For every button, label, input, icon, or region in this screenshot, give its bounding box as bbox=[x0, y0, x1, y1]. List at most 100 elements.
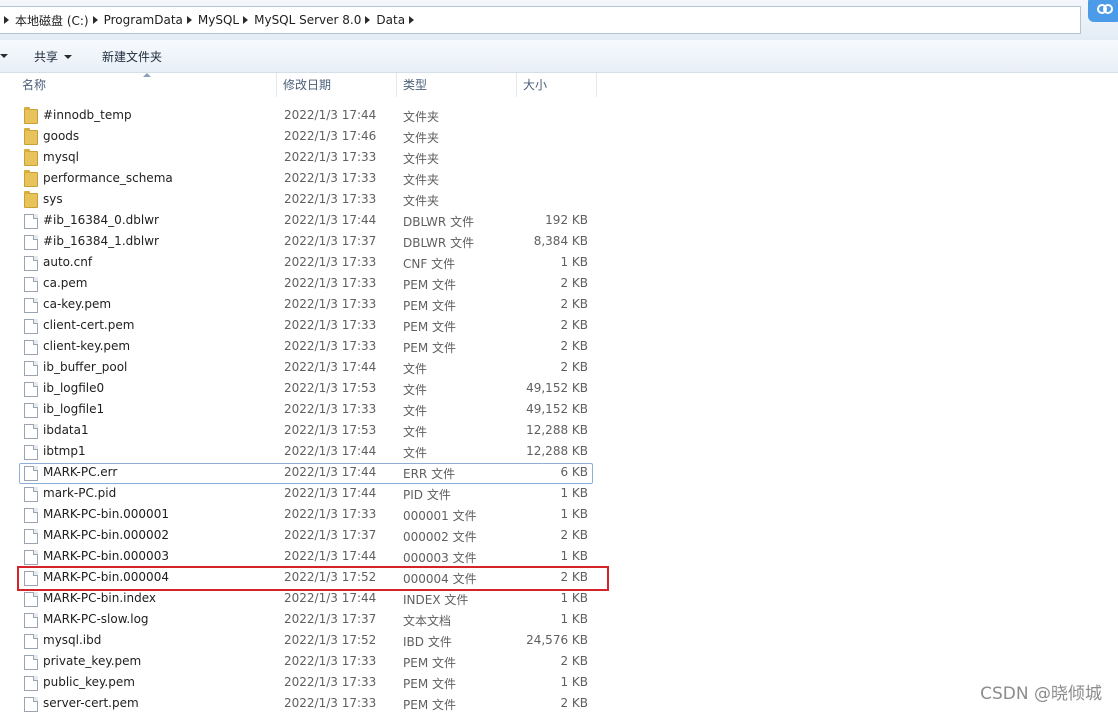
breadcrumb-mysql[interactable]: MySQL bbox=[198, 13, 239, 27]
file-type: 文件 bbox=[403, 425, 428, 439]
link-icon[interactable] bbox=[1088, 0, 1118, 22]
file-size: 2 KB bbox=[560, 297, 588, 311]
file-type: 文本文档 bbox=[403, 614, 452, 628]
file-row[interactable]: mysql.ibd 2022/1/3 17:52 IBD 文件 24,576 KB bbox=[0, 631, 1118, 652]
file-name: MARK-PC-slow.log bbox=[43, 612, 149, 626]
file-type: 000002 文件 bbox=[403, 530, 477, 544]
file-type: 000001 文件 bbox=[403, 509, 477, 523]
file-size: 1 KB bbox=[560, 612, 588, 626]
file-date: 2022/1/3 17:33 bbox=[284, 318, 377, 332]
file-date: 2022/1/3 17:46 bbox=[284, 129, 377, 143]
file-name: MARK-PC-bin.000002 bbox=[43, 528, 169, 542]
file-icon bbox=[24, 403, 38, 418]
file-row[interactable]: private_key.pem 2022/1/3 17:33 PEM 文件 2 KB bbox=[0, 652, 1118, 673]
file-row[interactable]: ca-key.pem 2022/1/3 17:33 PEM 文件 2 KB bbox=[0, 295, 1118, 316]
file-type: PEM 文件 bbox=[403, 677, 456, 691]
file-icon bbox=[24, 235, 38, 250]
column-size-label: 大小 bbox=[523, 78, 548, 92]
file-row[interactable]: ibdata1 2022/1/3 17:53 文件 12,288 KB bbox=[0, 421, 1118, 442]
address-bar[interactable]: 本地磁盘 (C:) ProgramData MySQL MySQL Server… bbox=[0, 6, 1081, 34]
column-name[interactable]: 名称 bbox=[16, 73, 277, 97]
file-size: 1 KB bbox=[560, 486, 588, 500]
file-row[interactable]: mysql 2022/1/3 17:33 文件夹 bbox=[0, 148, 1118, 169]
file-icon bbox=[24, 361, 38, 376]
file-icon bbox=[24, 214, 38, 229]
file-row[interactable]: ib_logfile1 2022/1/3 17:33 文件 49,152 KB bbox=[0, 400, 1118, 421]
folder-icon bbox=[24, 107, 38, 124]
file-row[interactable]: ca.pem 2022/1/3 17:33 PEM 文件 2 KB bbox=[0, 274, 1118, 295]
watermark: CSDN @晓倾城 bbox=[980, 684, 1102, 704]
chevron-right-icon[interactable] bbox=[92, 16, 98, 24]
chevron-down-icon[interactable] bbox=[0, 54, 8, 58]
file-row[interactable]: ib_buffer_pool 2022/1/3 17:44 文件 2 KB bbox=[0, 358, 1118, 379]
file-icon bbox=[24, 655, 38, 670]
column-type[interactable]: 类型 bbox=[397, 73, 517, 97]
file-type: INDEX 文件 bbox=[403, 593, 469, 607]
file-icon bbox=[24, 697, 38, 712]
file-row[interactable]: client-key.pem 2022/1/3 17:33 PEM 文件 2 KB bbox=[0, 337, 1118, 358]
chevron-right-icon[interactable] bbox=[365, 16, 371, 24]
file-row[interactable]: ibtmp1 2022/1/3 17:44 文件 12,288 KB bbox=[0, 442, 1118, 463]
file-row[interactable]: mark-PC.pid 2022/1/3 17:44 PID 文件 1 KB bbox=[0, 484, 1118, 505]
breadcrumb-mysql-server[interactable]: MySQL Server 8.0 bbox=[254, 13, 361, 27]
share-button[interactable]: 共享 bbox=[34, 48, 73, 65]
file-row[interactable]: ib_logfile0 2022/1/3 17:53 文件 49,152 KB bbox=[0, 379, 1118, 400]
file-icon bbox=[24, 634, 38, 649]
file-date: 2022/1/3 17:44 bbox=[284, 549, 377, 563]
file-name: client-key.pem bbox=[43, 339, 131, 353]
file-row[interactable]: #ib_16384_1.dblwr 2022/1/3 17:37 DBLWR 文件 8… bbox=[0, 232, 1118, 253]
file-date: 2022/1/3 17:33 bbox=[284, 171, 377, 185]
file-row[interactable]: public_key.pem 2022/1/3 17:33 PEM 文件 1 KB bbox=[0, 673, 1118, 694]
chevron-right-icon[interactable] bbox=[409, 16, 415, 24]
chevron-right-icon[interactable] bbox=[186, 16, 192, 24]
file-type: 文件 bbox=[403, 446, 428, 460]
file-name: private_key.pem bbox=[43, 654, 142, 668]
file-row[interactable]: MARK-PC-bin.000002 2022/1/3 17:37 000002 文… bbox=[0, 526, 1118, 547]
new-folder-button[interactable]: 新建文件夹 bbox=[102, 48, 162, 65]
file-type: 文件夹 bbox=[403, 173, 440, 187]
file-icon bbox=[24, 445, 38, 460]
file-row[interactable]: #ib_16384_0.dblwr 2022/1/3 17:44 DBLWR 文件 1… bbox=[0, 211, 1118, 232]
file-size: 2 KB bbox=[560, 318, 588, 332]
column-size[interactable]: 大小 bbox=[517, 73, 597, 97]
file-row[interactable]: sys 2022/1/3 17:33 文件夹 bbox=[0, 190, 1118, 211]
file-date: 2022/1/3 17:44 bbox=[284, 213, 377, 227]
breadcrumb-local-disk[interactable]: 本地磁盘 (C:) bbox=[15, 12, 89, 29]
file-size: 1 KB bbox=[560, 507, 588, 521]
file-size: 49,152 KB bbox=[526, 402, 588, 416]
file-row[interactable]: MARK-PC-slow.log 2022/1/3 17:37 文本文档 1 KB bbox=[0, 610, 1118, 631]
chevron-right-icon[interactable] bbox=[4, 16, 9, 24]
file-type: PEM 文件 bbox=[403, 341, 456, 355]
file-name: ibtmp1 bbox=[43, 444, 86, 458]
file-row[interactable]: MARK-PC-bin.index 2022/1/3 17:44 INDEX 文件 1… bbox=[0, 589, 1118, 610]
breadcrumb-data[interactable]: Data bbox=[376, 13, 405, 27]
file-type: CNF 文件 bbox=[403, 257, 456, 271]
file-row[interactable]: performance_schema 2022/1/3 17:33 文件夹 bbox=[0, 169, 1118, 190]
file-name: ibdata1 bbox=[43, 423, 89, 437]
column-date[interactable]: 修改日期 bbox=[277, 73, 397, 97]
file-name: MARK-PC-bin.000003 bbox=[43, 549, 169, 563]
file-name: ib_logfile1 bbox=[43, 402, 105, 416]
file-size: 2 KB bbox=[560, 276, 588, 290]
folder-icon bbox=[24, 170, 38, 187]
file-row[interactable]: MARK-PC-bin.000001 2022/1/3 17:33 000001 文… bbox=[0, 505, 1118, 526]
file-size: 192 KB bbox=[545, 213, 588, 227]
file-name: public_key.pem bbox=[43, 675, 135, 689]
file-row[interactable]: client-cert.pem 2022/1/3 17:33 PEM 文件 2 KB bbox=[0, 316, 1118, 337]
file-row[interactable]: server-cert.pem 2022/1/3 17:33 PEM 文件 2 KB bbox=[0, 694, 1118, 715]
file-type: 文件 bbox=[403, 383, 428, 397]
file-date: 2022/1/3 17:53 bbox=[284, 381, 377, 395]
file-row[interactable]: auto.cnf 2022/1/3 17:33 CNF 文件 1 KB bbox=[0, 253, 1118, 274]
file-name: goods bbox=[43, 129, 80, 143]
file-date: 2022/1/3 17:33 bbox=[284, 276, 377, 290]
file-name: performance_schema bbox=[43, 171, 173, 185]
focused-row-outline bbox=[19, 463, 593, 484]
file-row[interactable]: #innodb_temp 2022/1/3 17:44 文件夹 bbox=[0, 106, 1118, 127]
file-row[interactable]: MARK-PC-bin.000003 2022/1/3 17:44 000003 文… bbox=[0, 547, 1118, 568]
file-type: PEM 文件 bbox=[403, 299, 456, 313]
file-row[interactable]: goods 2022/1/3 17:46 文件夹 bbox=[0, 127, 1118, 148]
breadcrumb-programdata[interactable]: ProgramData bbox=[104, 13, 183, 27]
chevron-right-icon[interactable] bbox=[243, 16, 249, 24]
file-date: 2022/1/3 17:53 bbox=[284, 423, 377, 437]
file-type: PEM 文件 bbox=[403, 656, 456, 670]
